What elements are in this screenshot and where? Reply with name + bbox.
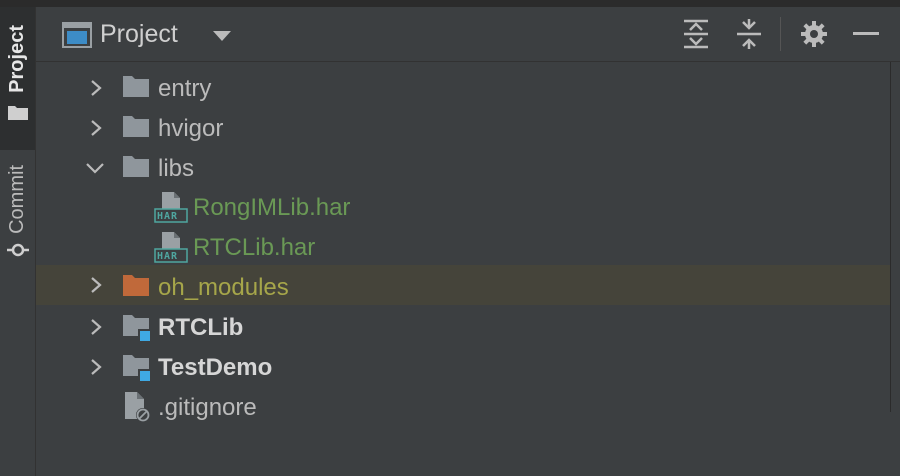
project-tool-button[interactable]: Project xyxy=(0,7,35,150)
expand-all-icon[interactable] xyxy=(682,19,710,49)
project-tool-label: Project xyxy=(6,25,28,93)
commit-tool-button[interactable]: Commit xyxy=(0,165,35,290)
panel-right-edge xyxy=(890,62,891,412)
module-folder-icon xyxy=(123,355,151,382)
tree-item-label: .gitignore xyxy=(158,394,257,421)
tree-item-label: TestDemo xyxy=(158,354,273,381)
tree-row-libs[interactable]: libs xyxy=(36,148,891,188)
gear-icon[interactable] xyxy=(800,20,828,48)
tree-item-label: entry xyxy=(158,75,212,102)
chevron-right-icon[interactable] xyxy=(90,319,102,335)
tree-row-rtclib[interactable]: RTCLib xyxy=(36,307,891,347)
view-dropdown-icon[interactable] xyxy=(212,30,232,42)
tree-row-rongimlib-har[interactable]: HAR RongIMLib.har xyxy=(36,187,891,227)
collapse-all-icon[interactable] xyxy=(735,19,763,49)
chevron-right-icon[interactable] xyxy=(90,277,102,293)
har-badge: HAR xyxy=(157,211,179,222)
tree-item-label: oh_modules xyxy=(158,274,289,301)
project-tree: entry hvigor libs HAR RongIMLib.har HAR … xyxy=(36,62,891,432)
chevron-right-icon[interactable] xyxy=(90,359,102,375)
tree-row-entry[interactable]: entry xyxy=(36,68,891,108)
tree-row-gitignore[interactable]: .gitignore xyxy=(36,387,891,427)
tree-item-label: RTCLib xyxy=(158,314,244,341)
chevron-right-icon[interactable] xyxy=(90,120,102,136)
folder-icon xyxy=(7,105,28,120)
ignored-file-icon xyxy=(125,392,150,422)
excluded-folder-icon xyxy=(123,275,149,296)
tree-item-label: libs xyxy=(158,155,195,182)
hide-icon[interactable] xyxy=(853,32,879,36)
tool-window-strip: Project Commit xyxy=(0,7,36,476)
module-folder-icon xyxy=(123,315,151,342)
project-panel-header: Project xyxy=(36,7,900,62)
tree-row-oh-modules[interactable]: oh_modules xyxy=(36,265,891,305)
tree-row-testdemo[interactable]: TestDemo xyxy=(36,347,891,387)
folder-open-icon xyxy=(123,156,149,177)
chevron-right-icon[interactable] xyxy=(90,80,102,96)
chevron-down-icon[interactable] xyxy=(86,162,104,174)
tree-item-label: RTCLib.har xyxy=(193,234,316,261)
folder-icon xyxy=(123,76,149,97)
har-badge: HAR xyxy=(157,251,179,262)
tree-item-label: hvigor xyxy=(158,115,224,142)
tree-row-rtclib-har[interactable]: HAR RTCLib.har xyxy=(36,227,891,267)
panel-title: Project xyxy=(100,20,178,48)
commit-tool-label: Commit xyxy=(6,165,28,234)
folder-icon xyxy=(123,116,149,137)
tree-item-label: RongIMLib.har xyxy=(193,194,351,221)
commit-icon xyxy=(6,243,29,257)
project-window-icon xyxy=(62,22,92,48)
tree-row-hvigor[interactable]: hvigor xyxy=(36,108,891,148)
toolbar-separator xyxy=(780,17,781,51)
window-top-border xyxy=(0,0,900,7)
panel-empty-area xyxy=(36,432,900,476)
